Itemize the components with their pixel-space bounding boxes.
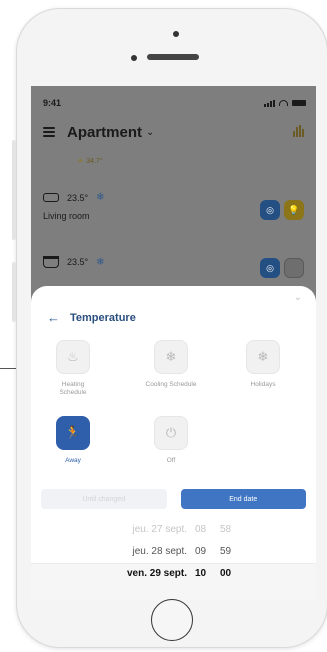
sheet-title: Temperature — [70, 311, 136, 324]
picker-hour: 10 — [195, 568, 207, 579]
picker-minute: 59 — [220, 545, 232, 557]
outdoor-temp-value: 34.7° — [86, 158, 103, 165]
flame-icon[interactable]: ♨ — [56, 340, 90, 374]
light-bulb-button[interactable]: 💡 — [284, 200, 304, 220]
status-icons — [264, 99, 306, 107]
stats-icon[interactable] — [293, 125, 304, 137]
picker-row[interactable]: jeu. 27 sept. 08 58 — [31, 519, 316, 539]
picker-minute: 00 — [220, 568, 232, 579]
end-date-button[interactable]: End date — [180, 489, 306, 509]
ac-device-button[interactable]: ◎ — [260, 258, 280, 278]
picker-row — [31, 583, 316, 600]
sheet-header: ← Temperature — [47, 310, 136, 325]
volume-button — [12, 140, 16, 240]
snowflake-icon[interactable]: ❄ — [154, 340, 188, 374]
snowflake-icon[interactable]: ❄ — [246, 340, 280, 374]
side-button — [12, 262, 16, 322]
home-title[interactable]: Apartment — [67, 124, 142, 141]
stage: 9:41 Apartment ⌄ ☀ 34.7° 23.5° ❄ Living … — [0, 0, 327, 652]
mode-label: Cooling Schedule — [145, 381, 197, 388]
mode-cooling-schedule[interactable]: ❄ Cooling Schedule — [131, 340, 211, 389]
chevron-down-icon[interactable]: ⌄ — [294, 292, 302, 303]
picker-date: ven. 29 sept. — [126, 568, 187, 579]
signal-icon — [264, 99, 275, 107]
chevron-down-icon[interactable]: ⌄ — [146, 127, 154, 138]
light-bulb-button[interactable] — [284, 258, 304, 278]
mode-label: Holidays — [250, 381, 276, 388]
room-card-living-room[interactable]: 23.5° ❄ Living room ◎ 💡 — [43, 192, 304, 232]
back-arrow-icon[interactable]: ← — [47, 310, 60, 325]
until-changed-button[interactable]: Until changed — [41, 489, 167, 509]
mode-label: Off — [166, 457, 176, 464]
snowflake-icon: ❄ — [96, 256, 105, 268]
picker-row[interactable]: jeu. 28 sept. 09 59 — [31, 541, 316, 561]
app-header: Apartment ⌄ — [43, 122, 304, 142]
snowflake-icon: ❄ — [96, 192, 105, 203]
picker-minute: 58 — [220, 523, 232, 535]
mode-label: Heating Schedule — [59, 381, 87, 396]
running-person-icon[interactable]: 🏃 — [56, 416, 90, 450]
mode-holidays[interactable]: ❄ Holidays — [223, 340, 303, 389]
picker-date: jeu. 28 sept. — [132, 545, 187, 557]
status-time: 9:41 — [43, 98, 62, 108]
temperature-sheet: ⌄ ← Temperature ♨ Heating Schedule ❄ Coo… — [31, 286, 316, 600]
mode-off[interactable]: ⏻ Off — [131, 416, 211, 465]
device-buttons: ◎ 💡 — [260, 200, 304, 220]
power-icon[interactable]: ⏻ — [154, 416, 188, 450]
date-time-picker[interactable]: jeu. 27 sept. 08 58 jeu. 28 sept. 09 59 … — [31, 520, 316, 600]
home-button[interactable] — [151, 599, 193, 641]
mode-away[interactable]: 🏃 Away — [33, 416, 113, 465]
sun-icon: ☀ — [77, 158, 84, 165]
ac-device-button[interactable]: ◎ — [260, 200, 280, 220]
device-buttons: ◎ — [260, 258, 304, 278]
mode-heating-schedule[interactable]: ♨ Heating Schedule — [33, 340, 113, 397]
wifi-icon — [279, 100, 288, 106]
outdoor-temp: ☀ 34.7° — [77, 157, 103, 165]
picker-hour: 09 — [195, 545, 207, 557]
app-screen: 9:41 Apartment ⌄ ☀ 34.7° 23.5° ❄ Living … — [31, 86, 316, 600]
speaker-grille — [147, 54, 199, 60]
battery-icon — [292, 100, 306, 106]
picker-date: jeu. 27 sept. — [132, 523, 187, 535]
menu-icon[interactable] — [43, 127, 55, 137]
status-bar: 9:41 — [43, 96, 306, 110]
sensor-dot — [131, 55, 137, 61]
picker-hour: 08 — [195, 523, 207, 535]
room-card-kitchen[interactable]: 23.5° ❄ ◎ — [43, 256, 304, 278]
camera-icon — [173, 31, 179, 37]
mode-label: Away — [65, 457, 81, 464]
duration-buttons: Until changed End date — [41, 489, 306, 509]
room-temp: 23.5° — [67, 192, 89, 203]
pot-icon — [43, 256, 59, 268]
room-temp: 23.5° — [67, 257, 89, 267]
picker-row-selected[interactable]: ven. 29 sept. 10 00 — [31, 563, 316, 583]
phone-frame: 9:41 Apartment ⌄ ☀ 34.7° 23.5° ❄ Living … — [16, 8, 327, 648]
sofa-icon — [43, 193, 59, 202]
